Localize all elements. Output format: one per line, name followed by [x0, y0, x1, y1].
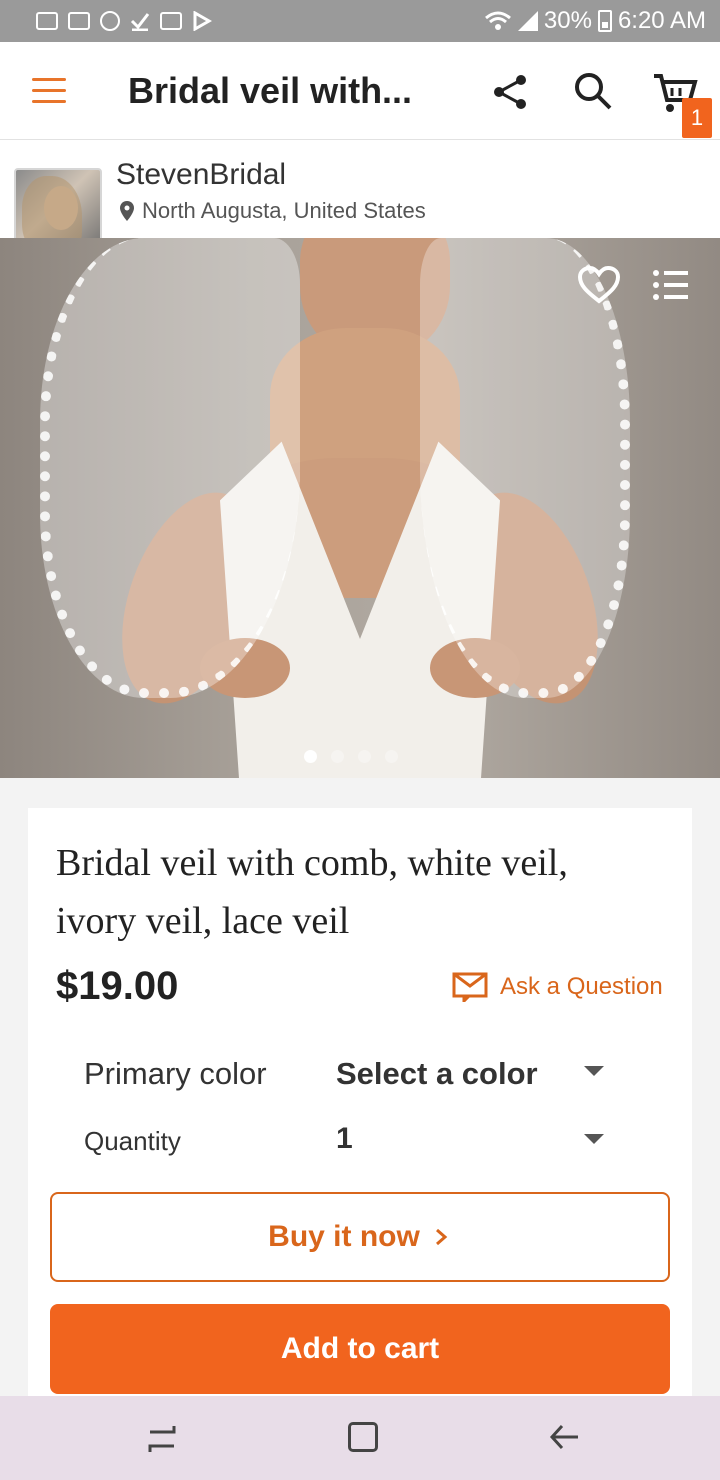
buy-it-now-button[interactable]: Buy it now — [50, 1192, 670, 1282]
account-icon — [100, 11, 120, 31]
favorite-heart-icon[interactable] — [578, 266, 620, 304]
shop-name[interactable]: StevenBridal — [116, 158, 286, 192]
status-indicators: 30% 6:20 AM — [484, 7, 706, 35]
add-to-list-icon[interactable] — [652, 268, 690, 302]
search-icon[interactable] — [572, 70, 614, 112]
car-icon — [160, 12, 182, 30]
carousel-dot[interactable] — [304, 750, 317, 763]
ask-question-label: Ask a Question — [500, 973, 663, 1000]
home-button[interactable] — [348, 1422, 378, 1452]
notification-icons — [36, 11, 212, 31]
back-icon[interactable] — [548, 1422, 580, 1452]
page-title: Bridal veil with... — [128, 70, 413, 111]
signal-icon — [517, 11, 538, 31]
shop-location-text: North Augusta, United States — [142, 198, 426, 223]
location-pin-icon — [120, 201, 134, 221]
clock: 6:20 AM — [617, 7, 706, 34]
carousel-dot[interactable] — [331, 750, 344, 763]
ask-question-link[interactable]: Ask a Question — [452, 972, 663, 1002]
share-icon[interactable] — [490, 72, 530, 112]
mail-icon — [452, 972, 488, 1002]
menu-icon[interactable] — [32, 78, 66, 106]
chevron-right-icon — [435, 1228, 448, 1246]
add-to-cart-label: Add to cart — [280, 1332, 440, 1365]
product-title: Bridal veil with comb, white veil, ivory… — [56, 842, 568, 942]
product-details-card: Bridal veil with comb, white veil, ivory… — [28, 808, 692, 1408]
battery-icon — [597, 10, 612, 32]
veil-shape — [420, 238, 630, 698]
carousel-indicator — [304, 750, 398, 763]
wifi-icon — [484, 11, 511, 30]
cart-count-badge: 1 — [682, 98, 712, 138]
product-price: $19.00 — [56, 964, 179, 1008]
system-nav-bar — [0, 1396, 720, 1480]
quantity-select[interactable]: 1 — [336, 1122, 353, 1156]
shop-header[interactable]: StevenBridal North Augusta, United State… — [0, 140, 720, 256]
outlook-icon — [68, 12, 90, 30]
printer-icon — [36, 12, 58, 30]
add-to-cart-button[interactable]: Add to cart — [50, 1304, 670, 1394]
check-icon — [130, 13, 150, 31]
product-image-carousel[interactable] — [0, 238, 720, 778]
carousel-dot[interactable] — [385, 750, 398, 763]
status-bar: 30% 6:20 AM — [0, 0, 720, 42]
shop-location: North Augusta, United States — [120, 198, 426, 224]
carousel-dot[interactable] — [358, 750, 371, 763]
primary-color-label: Primary color — [84, 1056, 267, 1091]
quantity-label: Quantity — [84, 1126, 181, 1156]
veil-shape — [40, 238, 300, 698]
recent-apps-icon[interactable] — [146, 1424, 178, 1454]
app-bar: Bridal veil with... 1 — [0, 42, 720, 140]
flag-icon — [193, 11, 212, 31]
buy-it-now-label: Buy it now — [268, 1220, 420, 1253]
primary-color-select[interactable]: Select a color — [336, 1056, 538, 1092]
chevron-down-icon[interactable] — [584, 1066, 604, 1076]
chevron-down-icon[interactable] — [584, 1134, 604, 1144]
battery-percent: 30% — [543, 7, 592, 34]
